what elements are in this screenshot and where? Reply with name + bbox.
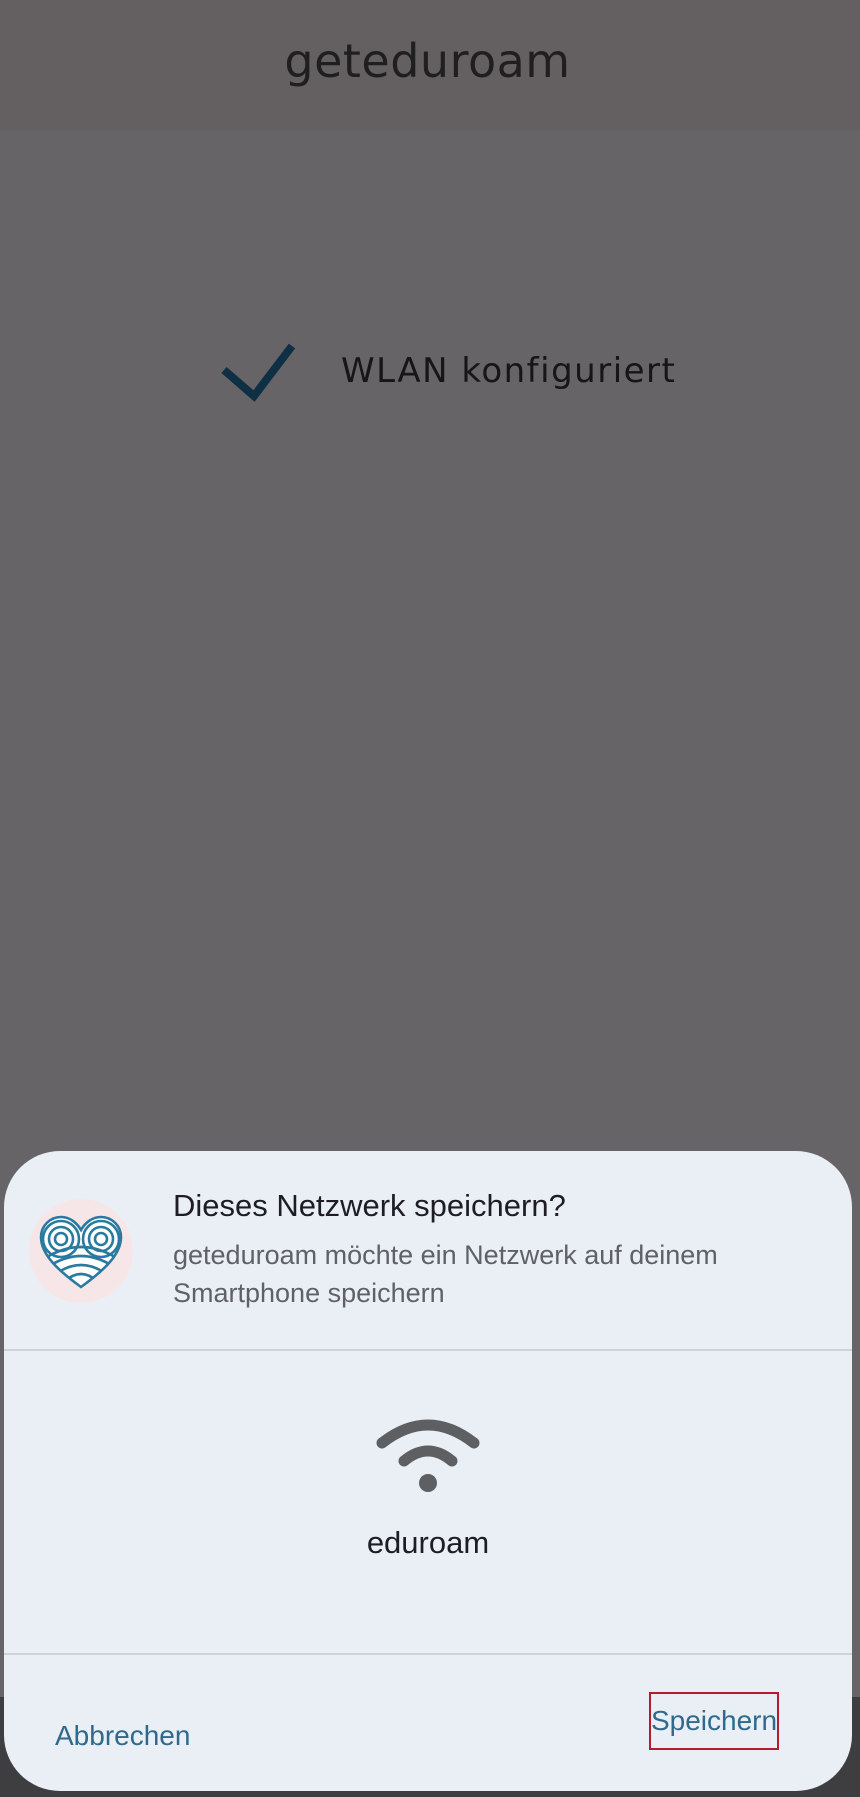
app-bar: geteduroam: [0, 0, 860, 130]
wifi-icon: [376, 1419, 480, 1492]
eduroam-heart-logo-icon: [29, 1199, 133, 1303]
checkmark-icon: [221, 343, 296, 402]
dialog-title: Dieses Netzwerk speichern?: [173, 1188, 566, 1223]
divider: [4, 1349, 852, 1351]
status-text: WLAN konfiguriert: [341, 351, 677, 391]
save-button[interactable]: Speichern: [649, 1692, 779, 1750]
dialog-message: geteduroam möchte ein Netzwerk auf deine…: [173, 1240, 718, 1308]
status-row: WLAN konfiguriert: [220, 340, 676, 402]
cancel-button[interactable]: Abbrechen: [55, 1720, 190, 1752]
save-network-dialog: Dieses Netzwerk speichern? geteduroam mö…: [4, 1151, 852, 1791]
divider: [4, 1653, 852, 1655]
page-title: geteduroam: [284, 34, 571, 88]
network-name: eduroam: [366, 1525, 490, 1560]
